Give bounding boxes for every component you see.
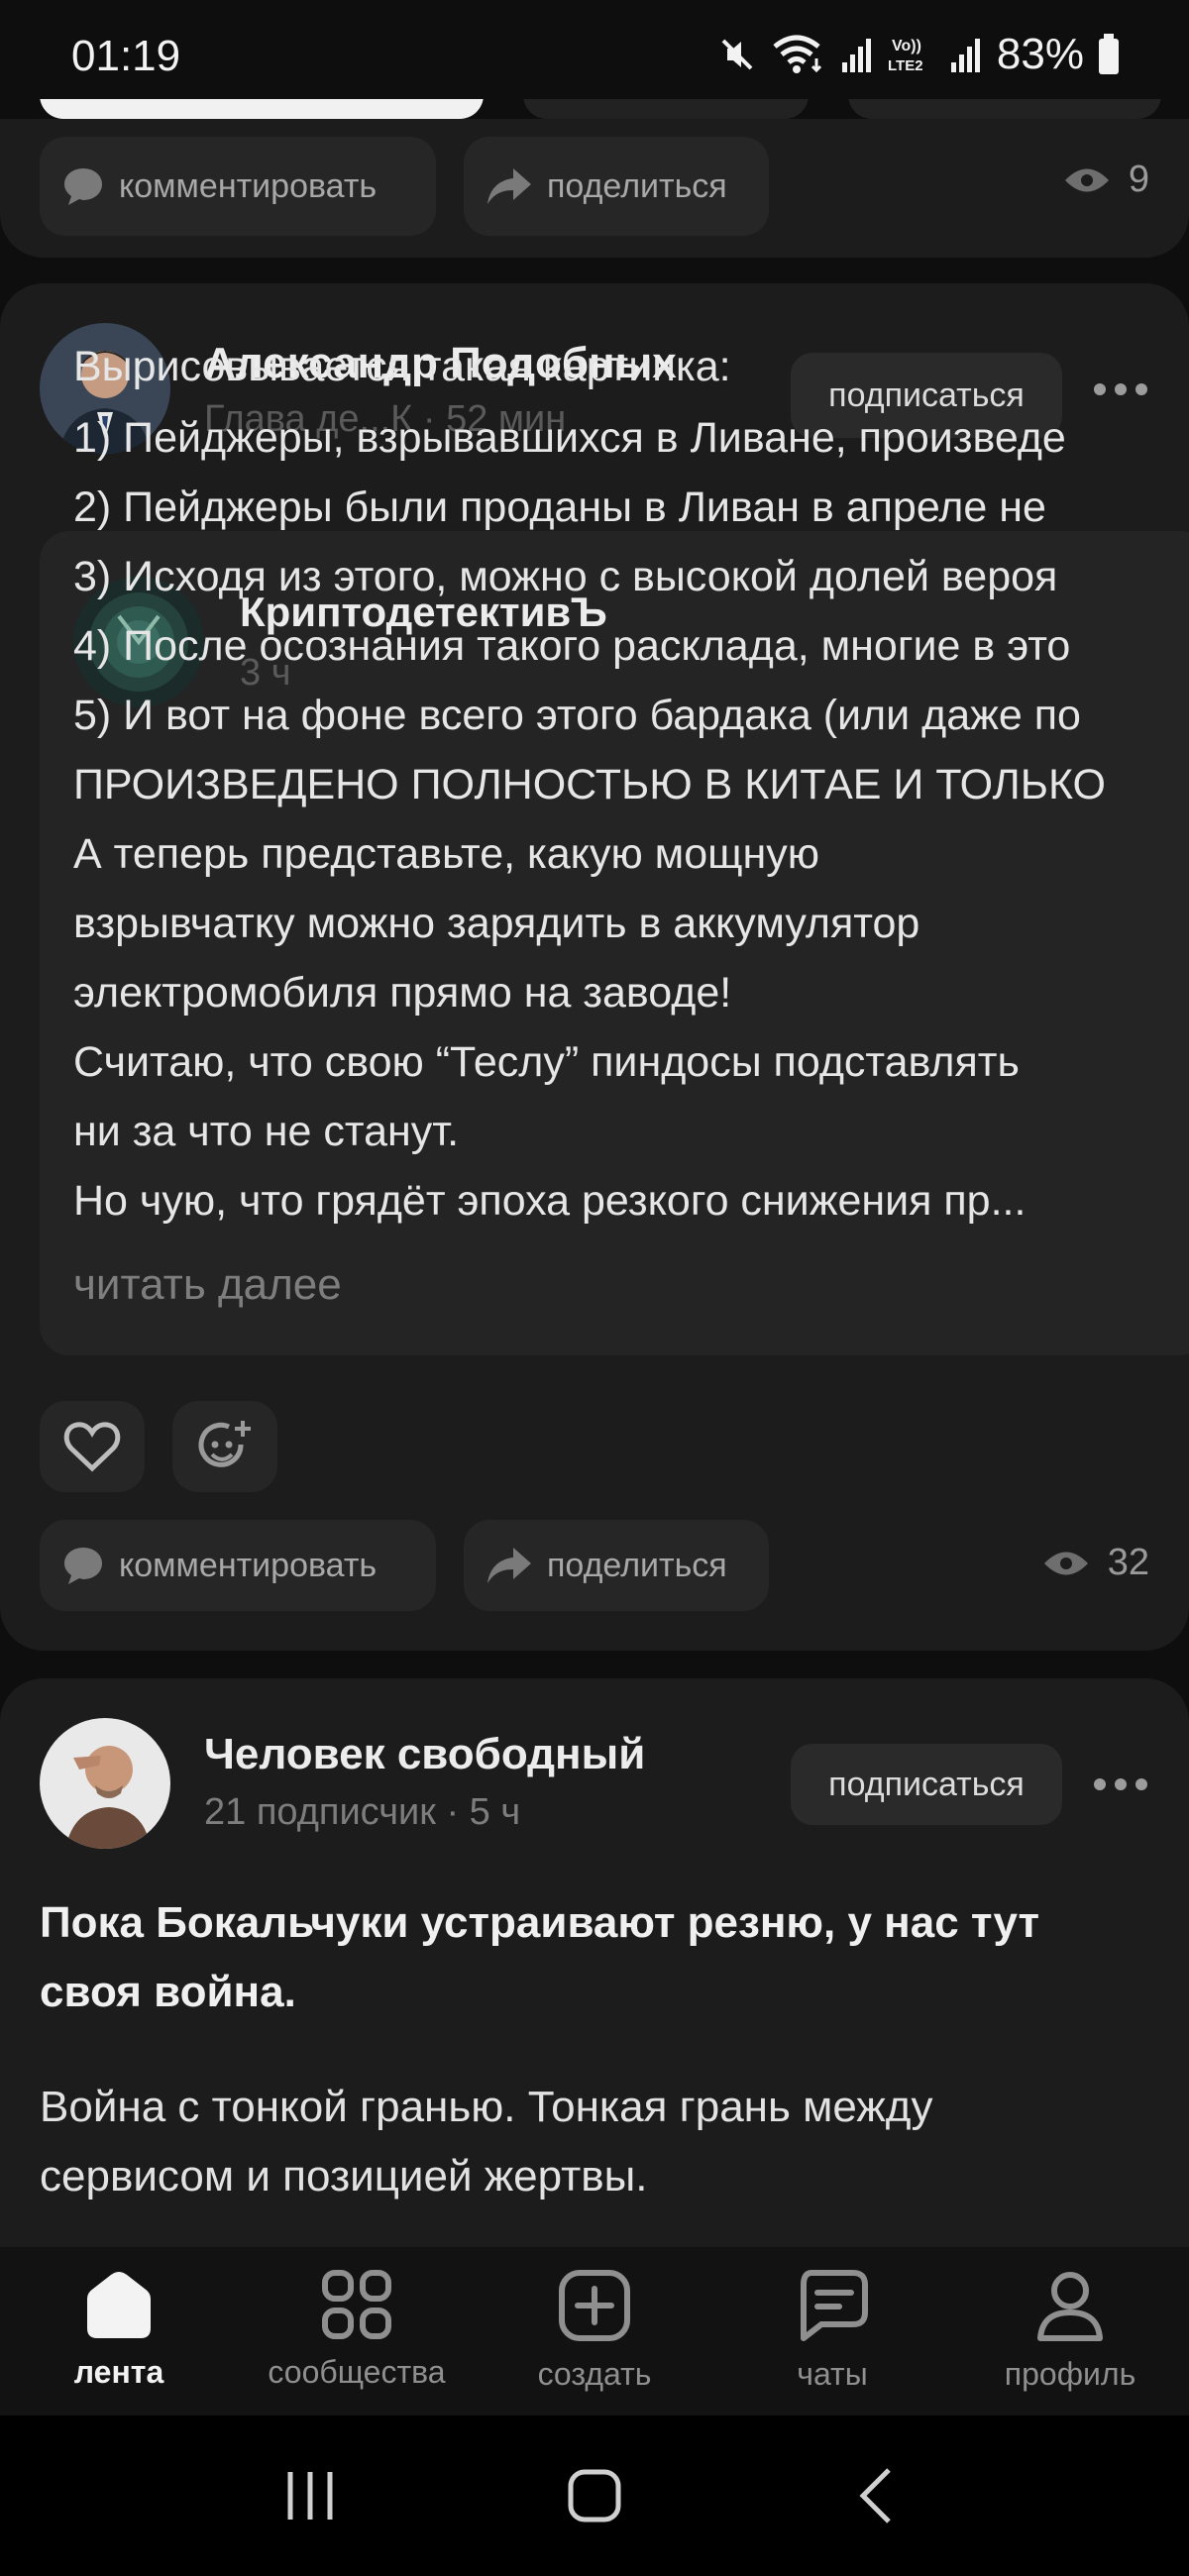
post-text-line: взрывчатку можно зарядить в аккумулятор [73, 900, 920, 947]
share-button[interactable]: поделиться [464, 1520, 769, 1611]
tab-label: сообщества [268, 2354, 446, 2390]
feed-screen: 01:19 Vo)) LTE2 83% комментировать подел… [0, 0, 1189, 2576]
eye-icon [1043, 1552, 1088, 1574]
subscribe-button[interactable]: подписаться [791, 1744, 1062, 1825]
post-card: комментировать поделиться 9 [0, 119, 1189, 258]
share-label: поделиться [547, 1546, 727, 1584]
author-name[interactable]: Человек свободный [204, 1730, 645, 1779]
comment-label: комментировать [119, 166, 378, 205]
tab-label: профиль [1004, 2356, 1136, 2392]
tab-chats[interactable]: чаты [713, 2247, 951, 2415]
tab-label: лента [73, 2354, 164, 2390]
post-title: Пока Бокальчуки устраивают резню, у нас … [40, 1898, 1040, 2016]
signal-2-icon [950, 39, 980, 72]
comment-button[interactable]: комментировать [40, 137, 436, 236]
views-counter: 32 [1042, 1542, 1149, 1584]
share-icon [487, 168, 531, 204]
mute-icon [721, 39, 753, 70]
svg-text:LTE2: LTE2 [888, 57, 923, 74]
bottom-tab-bar: лента сообщества создать чаты профиль [0, 2247, 1189, 2415]
chat-icon [801, 2270, 868, 2341]
signal-icon [841, 39, 871, 72]
post-text-line: Но чую, что грядёт эпоха резкого снижени… [73, 1177, 1027, 1225]
eye-icon [1064, 168, 1109, 191]
post-text-line: ни за что не станут. [73, 1108, 460, 1155]
post-text-line: 2) Пейджеры были проданы в Ливан в апрел… [73, 483, 1046, 531]
grid-icon [322, 2270, 391, 2339]
views-count: 9 [1128, 159, 1149, 200]
svg-text:Vo)): Vo)) [892, 38, 921, 54]
more-options-icon[interactable] [1094, 383, 1147, 395]
status-icons: Vo)) LTE2 83% [717, 30, 1120, 79]
author-meta: 21 подписчик · 5 ч [204, 1791, 521, 1833]
plus-square-icon [559, 2270, 630, 2341]
home-icon [87, 2272, 151, 2338]
profile-icon [1037, 2272, 1103, 2341]
subscribe-label: подписаться [828, 376, 1025, 414]
post-text-line: А теперь представьте, какую мощную [73, 830, 820, 878]
post-card-repost: Александр Подобных Глава де...К · 52 мин… [0, 283, 1189, 1651]
share-button[interactable]: поделиться [464, 137, 769, 236]
read-more-link[interactable]: читать далее [73, 1260, 342, 1310]
battery-percent: 83% [996, 30, 1084, 78]
wifi-icon [773, 35, 821, 73]
status-time: 01:19 [71, 32, 181, 80]
views-count: 32 [1107, 1542, 1149, 1583]
post-text-line: 1) Пейджеры, взрывавшихся в Ливане, прои… [73, 414, 1066, 462]
person-photo [40, 1718, 170, 1849]
subscribe-label: подписаться [828, 1765, 1025, 1803]
status-bar: 01:19 Vo)) LTE2 83% [0, 0, 1189, 99]
comment-icon [64, 168, 102, 205]
like-button[interactable] [40, 1401, 145, 1492]
comment-label: комментировать [119, 1546, 378, 1584]
heart-icon [63, 1422, 121, 1472]
views-counter: 9 [1063, 159, 1149, 201]
tab-communities[interactable]: сообщества [238, 2247, 476, 2415]
post-text-line: Вырисовывается такая картинка: [73, 343, 731, 390]
share-label: поделиться [547, 166, 727, 205]
smile-plus-icon [198, 1421, 251, 1467]
author-avatar[interactable] [40, 1718, 170, 1849]
recent-apps-icon[interactable] [280, 2466, 340, 2525]
post-body: Война с тонкой гранью. Тонкая грань межд… [40, 2083, 933, 2200]
tab-create[interactable]: создать [476, 2247, 713, 2415]
post-text-line: электромобиля прямо на заводе! [73, 969, 732, 1017]
tab-label: создать [537, 2356, 652, 2392]
comment-icon [64, 1548, 102, 1584]
comment-button[interactable]: комментировать [40, 1520, 436, 1611]
home-button-icon[interactable] [565, 2466, 624, 2525]
tab-feed[interactable]: лента [0, 2247, 238, 2415]
volte-icon: Vo)) LTE2 [888, 38, 923, 74]
post-text-line: 4) После осознания такого расклада, мног… [73, 622, 1071, 670]
tab-label: чаты [797, 2356, 868, 2392]
share-icon [487, 1548, 531, 1583]
tab-profile[interactable]: профиль [951, 2247, 1189, 2415]
system-navigation-bar [0, 2415, 1189, 2576]
back-icon[interactable] [849, 2466, 909, 2525]
add-reaction-button[interactable] [172, 1401, 277, 1492]
post-text-line: 3) Исходя из этого, можно с высокой доле… [73, 553, 1058, 600]
post-text-line: ПРОИЗВЕДЕНО ПОЛНОСТЬЮ В КИТАЕ И ТОЛЬКО [73, 761, 1106, 808]
battery-icon [1099, 34, 1119, 74]
post-text-line: Считаю, что свою “Теслу” пиндосы подстав… [73, 1038, 1020, 1086]
post-text-line: 5) И вот на фоне всего этого бардака (ил… [73, 692, 1081, 739]
more-options-icon[interactable] [1094, 1778, 1147, 1790]
